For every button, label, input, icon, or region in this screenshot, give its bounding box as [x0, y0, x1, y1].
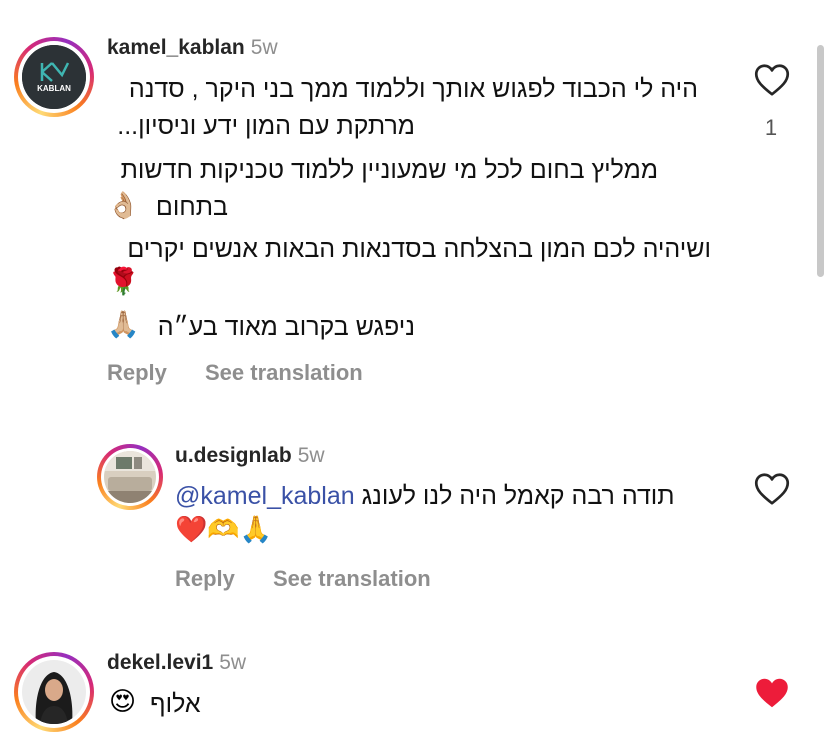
comment-text-line: ממליץ בחום לכל מי שמעוניין ללמוד טכניקות… [120, 156, 658, 184]
comment-text-line: ושיהיה לכם המון בהצלחה בסדנאות הבאות אנש… [127, 235, 711, 263]
comments-screen: { "comments": [ { "username": "kamel_kab… [0, 0, 828, 752]
like-count[interactable]: 1 [759, 115, 783, 141]
scrollbar[interactable] [817, 45, 824, 285]
comment-text-line: אלוף [150, 690, 201, 718]
heart-hands-pray-emojis: ❤️🫶🙏 [175, 514, 273, 544]
heart-outline-icon [754, 473, 790, 505]
comment-text-line: ניפגש בקרוב מאוד בע״ה [157, 313, 415, 341]
comment-time: 5w [250, 36, 278, 59]
comment-username[interactable]: u.designlab 5w [175, 444, 325, 468]
see-translation-button[interactable]: See translation [205, 360, 363, 386]
avatar-ring[interactable] [97, 444, 163, 510]
comment-text-line: מרתקת עם המון ידע וניסיון... [117, 112, 415, 140]
avatar: KABLAN [22, 45, 86, 109]
comment-username[interactable]: kamel_kablan 5w [107, 36, 278, 60]
heart-filled-icon [756, 678, 788, 708]
scrollbar-thumb[interactable] [817, 45, 824, 277]
room-photo-icon [104, 451, 156, 503]
profile-photo-icon [22, 660, 86, 724]
reply-button[interactable]: Reply [107, 360, 167, 386]
avatar-ring[interactable]: KABLAN [14, 37, 94, 117]
comment-text-line: @kamel_kablan תודה רבה קאמל היה לנו לעונ… [175, 478, 675, 515]
heart-outline-icon [754, 64, 790, 96]
comment-time: 5w [297, 444, 325, 467]
like-button[interactable] [754, 63, 790, 97]
avatar [22, 660, 86, 724]
comment-text-line: היה לי הכבוד לפגוש אותך וללמוד ממך בני ה… [128, 75, 698, 103]
comment-time: 5w [219, 651, 247, 674]
reply-button[interactable]: Reply [175, 566, 235, 592]
rose-emoji: 🌹 [107, 266, 140, 296]
kablan-logo-icon: KABLAN [22, 45, 86, 109]
heart-eyes-emoji: 😍 [109, 686, 137, 716]
comment-text-line: בתחום [155, 193, 228, 221]
mention-link[interactable]: @kamel_kablan [175, 482, 355, 510]
like-button[interactable] [754, 472, 790, 506]
comment-username[interactable]: dekel.levi1 5w [107, 651, 246, 675]
svg-text:KABLAN: KABLAN [37, 84, 71, 93]
comment-text: תודה רבה קאמל היה לנו לעונג [361, 482, 675, 510]
avatar-ring[interactable] [14, 652, 94, 732]
ok-hand-emoji: 👌🏼 [107, 190, 140, 220]
see-translation-button[interactable]: See translation [273, 566, 431, 592]
avatar [104, 451, 156, 503]
praying-hands-emoji: 🙏🏼 [107, 309, 140, 339]
like-button-liked[interactable] [754, 676, 790, 710]
